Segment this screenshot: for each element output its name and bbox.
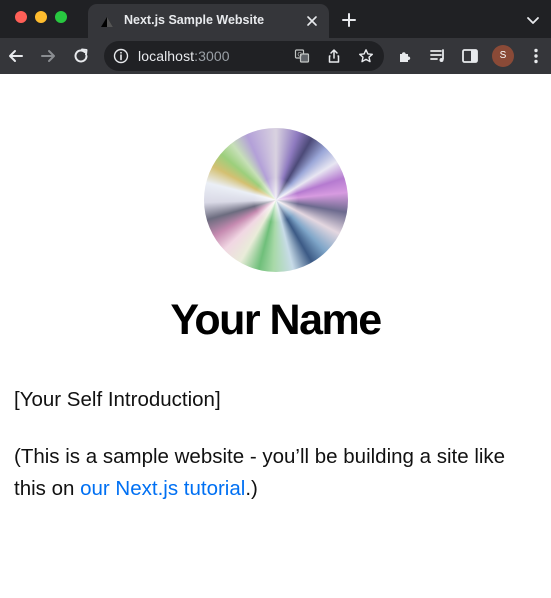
address-url: localhost:3000 <box>138 48 230 64</box>
page-content: Your Name [Your Self Introduction] (This… <box>0 74 551 598</box>
menu-dots-icon[interactable] <box>526 46 546 66</box>
side-panel-icon[interactable] <box>460 46 480 66</box>
share-icon[interactable] <box>326 48 342 64</box>
close-window-icon[interactable] <box>15 11 27 23</box>
sample-note: (This is a sample website - you’ll be bu… <box>14 441 534 505</box>
back-icon[interactable] <box>6 46 26 66</box>
tab-title: Next.js Sample Website <box>124 13 265 27</box>
svg-text:G: G <box>297 52 302 59</box>
minimize-window-icon[interactable] <box>35 11 47 23</box>
browser-tab[interactable]: Next.js Sample Website <box>88 4 329 38</box>
address-bar[interactable]: localhost:3000 G <box>104 41 384 71</box>
tutorial-link[interactable]: our Next.js tutorial <box>80 477 245 500</box>
profile-avatar[interactable]: S <box>492 45 514 67</box>
site-info-icon[interactable] <box>113 48 129 64</box>
tab-search-chevron-icon[interactable] <box>525 12 541 28</box>
address-host: localhost <box>138 48 195 64</box>
note-suffix: .) <box>245 477 258 500</box>
zoom-window-icon[interactable] <box>55 11 67 23</box>
forward-icon[interactable] <box>38 46 58 66</box>
self-introduction: [Your Self Introduction] <box>14 388 221 411</box>
bookmark-star-icon[interactable] <box>358 48 374 64</box>
close-tab-icon[interactable] <box>304 13 320 29</box>
reload-icon[interactable] <box>71 46 91 66</box>
reading-list-icon[interactable] <box>428 46 448 66</box>
browser-toolbar: localhost:3000 G S <box>0 38 551 74</box>
new-tab-icon[interactable] <box>340 11 358 29</box>
tab-strip: Next.js Sample Website <box>0 0 551 38</box>
profile-image <box>204 128 348 272</box>
page-title: Your Name <box>170 296 382 344</box>
extensions-icon[interactable] <box>396 46 416 66</box>
vercel-favicon-icon <box>101 17 113 27</box>
translate-icon[interactable]: G <box>294 48 310 64</box>
address-port: :3000 <box>194 48 230 64</box>
